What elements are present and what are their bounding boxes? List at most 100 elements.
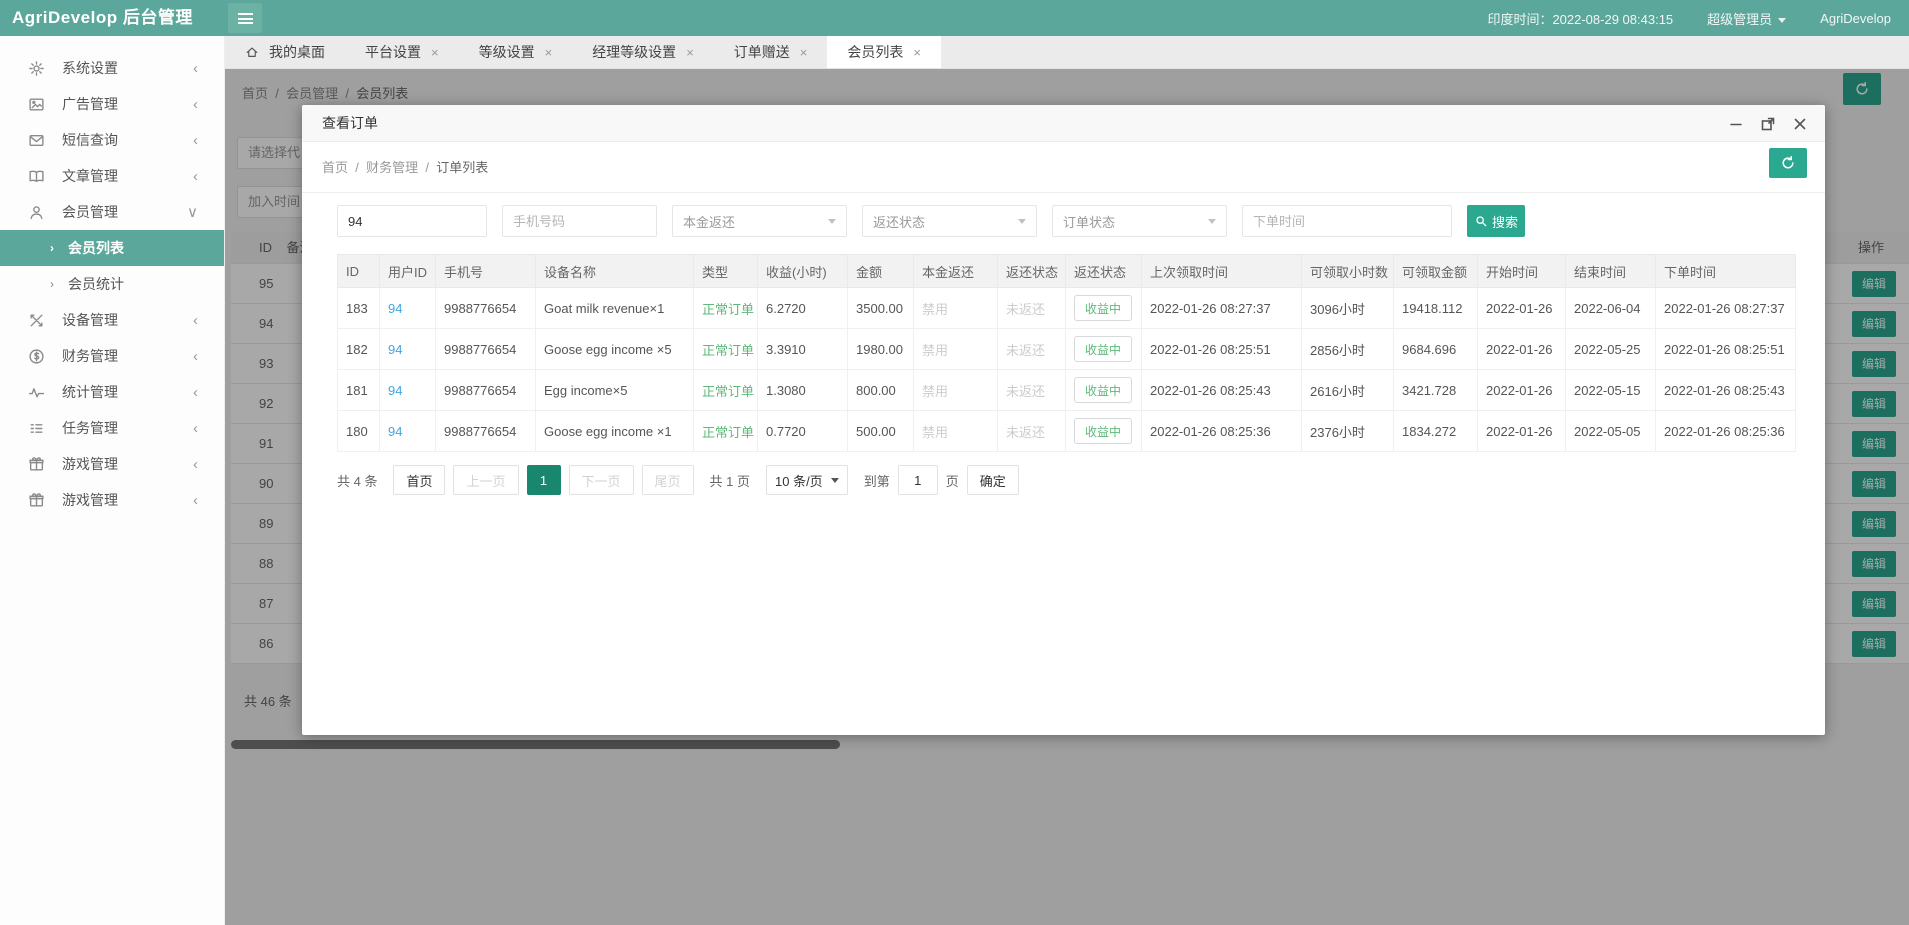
sidebar-item-ads[interactable]: 广告管理‹ (0, 86, 224, 122)
close-icon[interactable]: × (431, 45, 439, 60)
server-time-label: 印度时间：2022-08-29 08:43:15 (1487, 9, 1673, 28)
table-row: 183949988776654Goat milk revenue×1正常订单6.… (338, 288, 1796, 329)
close-icon[interactable]: × (913, 45, 921, 60)
sidebar-item-tasks[interactable]: 任务管理‹ (0, 410, 224, 446)
tab-manager-level-settings[interactable]: 经理等级设置× (572, 36, 714, 68)
earning-status-button[interactable]: 收益中 (1074, 295, 1132, 321)
tab-bar: 我的桌面 平台设置× 等级设置× 经理等级设置× 订单赠送× 会员列表× (225, 36, 1909, 69)
sidebar-item-statistics[interactable]: 统计管理‹ (0, 374, 224, 410)
pagination-total: 共 4 条 (337, 471, 377, 490)
tab-level-settings[interactable]: 等级设置× (459, 36, 573, 68)
chevron-icon: ‹ (193, 456, 198, 473)
sidebar-item-games-2[interactable]: 游戏管理‹ (0, 482, 224, 518)
chevron-icon: ‹ (193, 312, 198, 329)
maximize-button[interactable] (1759, 115, 1777, 133)
sidebar: 系统设置‹ 广告管理‹ 短信查询‹ 文章管理‹ 会员管理∨ › 会员列表 › 会… (0, 36, 225, 925)
sidebar-item-articles[interactable]: 文章管理‹ (0, 158, 224, 194)
sidebar-item-finance[interactable]: 财务管理‹ (0, 338, 224, 374)
modal-refresh-button[interactable] (1769, 148, 1807, 178)
chevron-icon: ‹ (193, 60, 198, 77)
sidebar-item-sms[interactable]: 短信查询‹ (0, 122, 224, 158)
pulse-icon (28, 384, 45, 401)
home-icon (245, 45, 259, 59)
close-icon[interactable]: × (800, 45, 808, 60)
user-id-link[interactable]: 94 (380, 411, 436, 452)
goto-suffix-label: 页 (946, 471, 959, 490)
pagination: 共 4 条 首页 上一页 1 下一页 尾页 共 1 页 10 条/页 到第 页 … (337, 465, 1019, 495)
dollar-icon (28, 348, 45, 365)
table-row: 181949988776654Egg income×5正常订单1.3080800… (338, 370, 1796, 411)
user-icon (28, 204, 45, 221)
user-id-link[interactable]: 94 (380, 329, 436, 370)
user-id-input[interactable] (337, 205, 487, 237)
close-icon[interactable]: × (686, 45, 694, 60)
gear-icon (28, 60, 45, 77)
last-page-button[interactable]: 尾页 (642, 465, 694, 495)
mail-icon (28, 132, 45, 149)
confirm-button[interactable]: 确定 (967, 465, 1019, 495)
chevron-down-icon (828, 219, 836, 224)
divider (302, 192, 1825, 193)
chevron-down-icon: ∨ (187, 203, 198, 221)
sidebar-toggle-button[interactable] (228, 3, 262, 33)
order-filters: 本金返还 返还状态 订单状态 搜索 (337, 205, 1525, 237)
sidebar-item-devices[interactable]: 设备管理‹ (0, 302, 224, 338)
earning-status-button[interactable]: 收益中 (1074, 377, 1132, 403)
tab-platform-settings[interactable]: 平台设置× (345, 36, 459, 68)
tab-order-gift[interactable]: 订单赠送× (714, 36, 828, 68)
search-icon (1474, 214, 1488, 228)
refresh-icon (1780, 155, 1796, 171)
user-id-link[interactable]: 94 (380, 370, 436, 411)
tab-member-list[interactable]: 会员列表× (827, 36, 941, 68)
chevron-icon: ‹ (193, 384, 198, 401)
sidebar-item-games-1[interactable]: 游戏管理‹ (0, 446, 224, 482)
app-title: AgriDevelop 后台管理 (12, 0, 193, 36)
tasks-icon (28, 420, 45, 437)
view-order-modal: 查看订单 首页 / 财务管理 / 订单列表 本金返还 返还状态 订单状态 搜索 … (302, 105, 1825, 735)
tab-my-desktop[interactable]: 我的桌面 (225, 36, 345, 68)
order-status-select[interactable]: 订单状态 (1052, 205, 1227, 237)
prev-page-button[interactable]: 上一页 (453, 465, 518, 495)
close-button[interactable] (1791, 115, 1809, 133)
sidebar-item-members[interactable]: 会员管理∨ (0, 194, 224, 230)
modal-titlebar[interactable]: 查看订单 (302, 105, 1825, 142)
hamburger-icon (238, 13, 253, 24)
sidebar-item-system-settings[interactable]: 系统设置‹ (0, 50, 224, 86)
earning-status-button[interactable]: 收益中 (1074, 336, 1132, 362)
maximize-icon (1760, 116, 1776, 132)
search-button[interactable]: 搜索 (1467, 205, 1525, 237)
chevron-down-icon (831, 478, 839, 483)
chevron-icon: ‹ (193, 132, 198, 149)
sidebar-subitem-member-list[interactable]: › 会员列表 (0, 230, 224, 266)
chevron-icon: ‹ (193, 420, 198, 437)
phone-input[interactable] (502, 205, 657, 237)
table-header-row: ID用户ID手机号设备名称类型收益(小时)金额本金返还返还状态返还状态上次领取时… (338, 255, 1796, 288)
chevron-icon: ‹ (193, 96, 198, 113)
earning-status-button[interactable]: 收益中 (1074, 418, 1132, 444)
chevron-icon: ‹ (193, 492, 198, 509)
first-page-button[interactable]: 首页 (393, 465, 445, 495)
return-status-select[interactable]: 返还状态 (862, 205, 1037, 237)
chevron-down-icon (1018, 219, 1026, 224)
chevron-down-icon (1208, 219, 1216, 224)
per-page-select[interactable]: 10 条/页 (766, 465, 848, 495)
user-role-menu[interactable]: 超级管理员 (1707, 9, 1786, 28)
chevron-icon: ‹ (193, 348, 198, 365)
gift-icon (28, 492, 45, 509)
principal-return-select[interactable]: 本金返还 (672, 205, 847, 237)
chevron-down-icon (1778, 18, 1786, 23)
topbar-brand-link[interactable]: AgriDevelop (1820, 11, 1891, 26)
close-icon (1792, 116, 1808, 132)
minimize-button[interactable] (1727, 115, 1745, 133)
goto-page-input[interactable] (898, 465, 938, 495)
next-page-button[interactable]: 下一页 (569, 465, 634, 495)
book-icon (28, 168, 45, 185)
sidebar-subitem-member-stats[interactable]: › 会员统计 (0, 266, 224, 302)
current-page-button[interactable]: 1 (527, 465, 561, 495)
tools-icon (28, 312, 45, 329)
close-icon[interactable]: × (545, 45, 553, 60)
goto-label: 到第 (864, 471, 890, 490)
order-time-input[interactable] (1242, 205, 1452, 237)
order-table: ID用户ID手机号设备名称类型收益(小时)金额本金返还返还状态返还状态上次领取时… (337, 254, 1796, 452)
user-id-link[interactable]: 94 (380, 288, 436, 329)
